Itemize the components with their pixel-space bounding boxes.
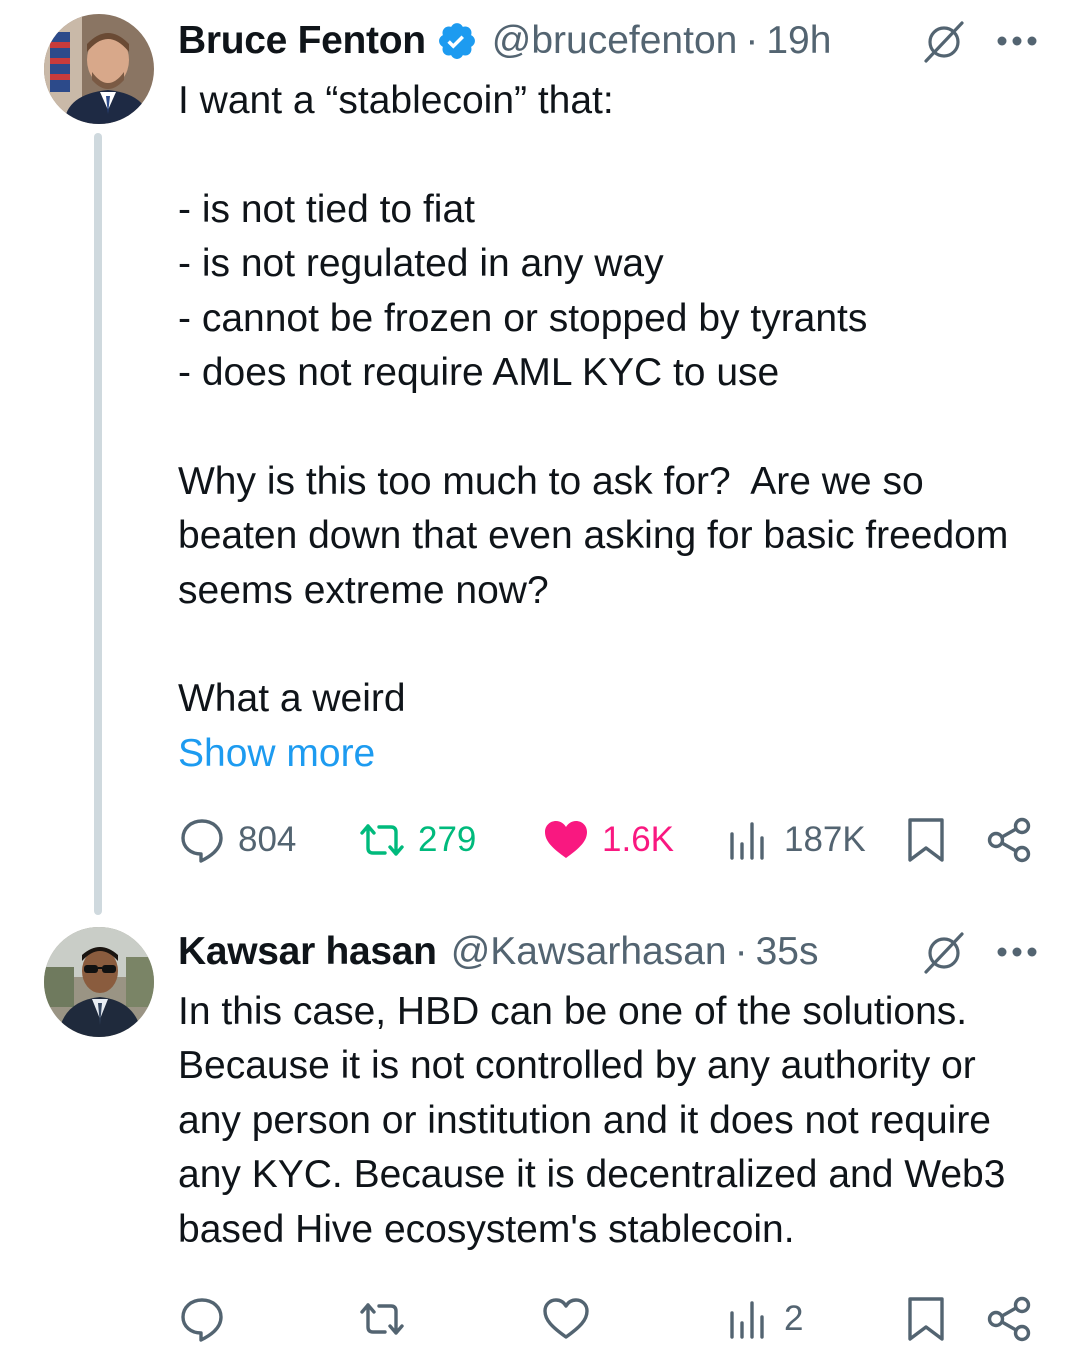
timestamp[interactable]: 35s xyxy=(756,930,819,974)
share-icon xyxy=(987,1296,1031,1342)
more-icon[interactable] xyxy=(994,31,1040,51)
tweet-header: Kawsar hasan @Kawsarhasan · 35s xyxy=(178,929,1040,975)
repost-icon xyxy=(360,1303,404,1335)
tweet-main[interactable]: Bruce Fenton @brucefenton · 19h I want a… xyxy=(0,0,1080,915)
tweet-header: Bruce Fenton @brucefenton · 19h xyxy=(178,18,1040,64)
more-icon[interactable] xyxy=(994,942,1040,962)
like-button[interactable]: 1.6K xyxy=(542,810,674,870)
repost-button[interactable] xyxy=(358,1289,406,1349)
tweet-content: Bruce Fenton @brucefenton · 19h I want a… xyxy=(178,18,1040,781)
grok-icon[interactable] xyxy=(920,17,968,65)
reply-icon xyxy=(181,819,223,863)
bookmark-icon xyxy=(908,818,944,862)
views-button[interactable]: 187K xyxy=(724,810,866,870)
grok-icon[interactable] xyxy=(920,928,968,976)
bookmark-button[interactable] xyxy=(902,1289,950,1349)
repost-icon xyxy=(360,824,404,856)
tweet-reply[interactable]: Kawsar hasan @Kawsarhasan · 35s In this … xyxy=(0,915,1080,1350)
views-icon xyxy=(730,1301,764,1339)
like-count: 1.6K xyxy=(602,820,674,859)
tweet-text: In this case, HBD can be one of the solu… xyxy=(178,990,1017,1251)
separator-dot: · xyxy=(734,930,748,973)
share-button[interactable] xyxy=(986,1289,1034,1349)
author-handle[interactable]: @Kawsarhasan xyxy=(451,930,727,974)
like-icon xyxy=(543,1298,589,1339)
author-handle[interactable]: @brucefenton xyxy=(492,19,738,63)
views-button[interactable]: 2 xyxy=(724,1289,803,1349)
reply-button[interactable]: 804 xyxy=(178,810,296,870)
separator-dot: · xyxy=(745,19,759,62)
view-count: 187K xyxy=(784,820,866,859)
header-actions xyxy=(920,18,1040,64)
like-icon xyxy=(545,821,587,858)
repost-count: 279 xyxy=(418,820,477,859)
thread-line xyxy=(94,133,102,915)
avatar-bruce-fenton[interactable] xyxy=(44,14,154,124)
tweet-content: Kawsar hasan @Kawsarhasan · 35s In this … xyxy=(178,929,1040,1257)
author-name[interactable]: Kawsar hasan xyxy=(178,930,437,974)
verified-badge-icon xyxy=(438,23,475,59)
show-more-link[interactable]: Show more xyxy=(178,727,1040,781)
reply-count: 804 xyxy=(238,820,297,859)
bookmark-icon xyxy=(908,1297,944,1341)
share-icon xyxy=(987,817,1031,863)
bookmark-button[interactable] xyxy=(902,810,950,870)
views-icon xyxy=(730,822,764,860)
header-actions xyxy=(920,929,1040,975)
repost-button[interactable]: 279 xyxy=(358,810,476,870)
reply-button[interactable] xyxy=(178,1289,226,1349)
author-name[interactable]: Bruce Fenton xyxy=(178,19,426,63)
like-button[interactable] xyxy=(542,1289,590,1349)
action-bar: 2 xyxy=(178,1289,1031,1349)
tweet-text: I want a “stablecoin” that: - is not tie… xyxy=(178,79,1009,721)
reply-icon xyxy=(181,1298,223,1342)
timestamp[interactable]: 19h xyxy=(766,19,831,63)
action-bar: 804 279 1.6K 187K xyxy=(178,810,1031,870)
avatar-kawsar-hasan[interactable] xyxy=(44,927,154,1037)
view-count: 2 xyxy=(784,1299,804,1338)
share-button[interactable] xyxy=(986,810,1034,870)
